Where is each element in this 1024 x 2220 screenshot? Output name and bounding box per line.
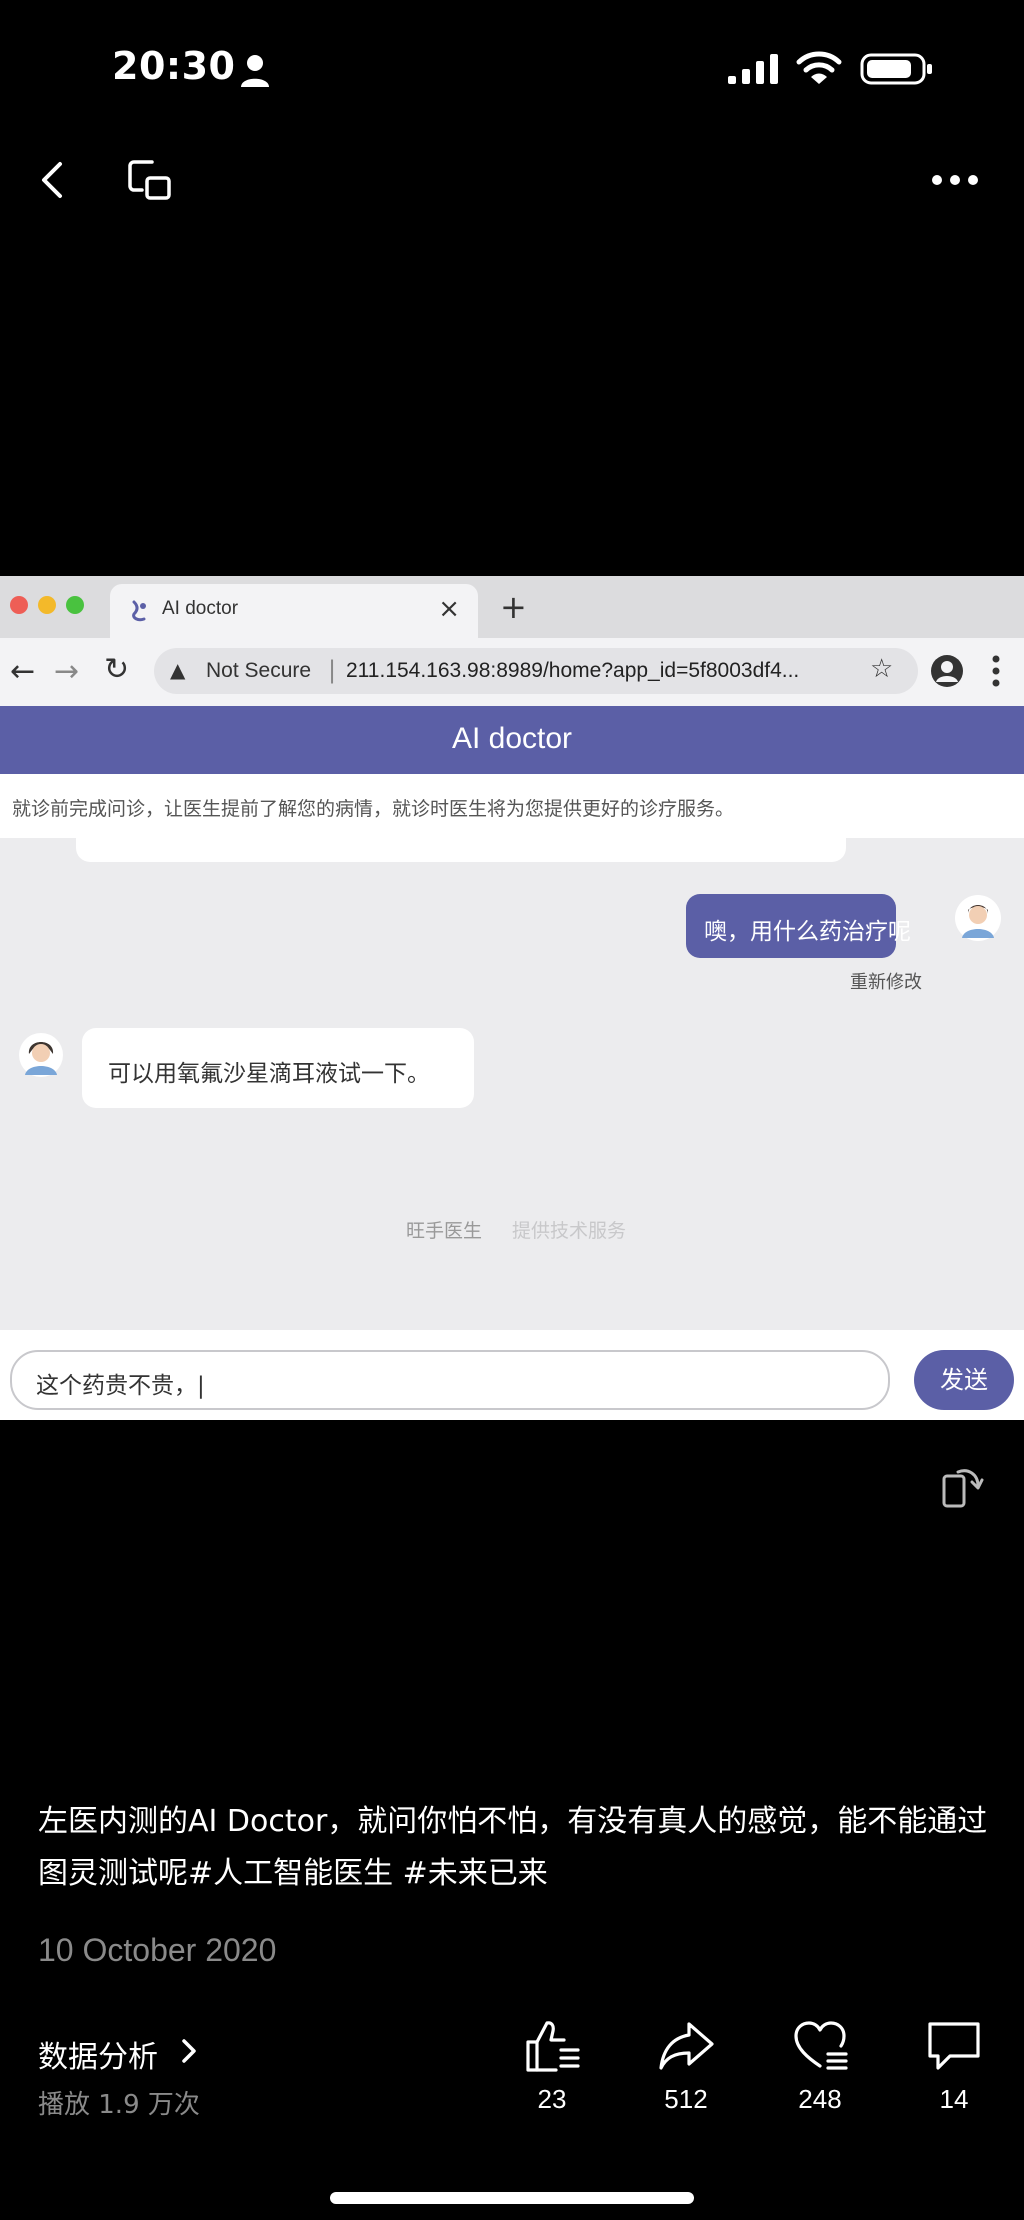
- minimize-window-dot: [38, 596, 56, 614]
- notice-banner: 就诊前完成问诊，让医生提前了解您的病情，就诊时医生将为您提供更好的诊疗服务。: [0, 774, 1024, 838]
- edit-message-link: 重新修改: [850, 972, 922, 993]
- heart-icon: [794, 2021, 848, 2070]
- browser-menu-icon: [992, 655, 1000, 687]
- message-input: 这个药贵不贵，|: [10, 1350, 890, 1410]
- wifi-icon: [796, 51, 842, 84]
- comment-count: 14: [939, 2084, 969, 2114]
- send-button: 发送: [914, 1350, 1014, 1410]
- tab-title: AI doctor: [162, 598, 239, 619]
- provider-suffix: 提供技术服务: [512, 1220, 627, 1242]
- analytics-link[interactable]: 数据分析: [38, 2032, 158, 2076]
- doctor-message-bubble: 可以用氧氟沙星滴耳液试一下。: [82, 1028, 474, 1108]
- status-time: 20:30: [112, 44, 236, 88]
- battery-icon: [860, 53, 932, 85]
- user-message-text: 噢，用什么药治疗呢: [704, 919, 911, 945]
- home-indicator[interactable]: [330, 2192, 694, 2204]
- maximize-window-dot: [66, 596, 84, 614]
- user-avatar: [955, 895, 1001, 941]
- reload-icon: ↻: [104, 652, 130, 687]
- tab-close-icon: ×: [438, 594, 460, 624]
- user-message-bubble: 噢，用什么药治疗呢: [686, 894, 911, 958]
- like-button[interactable]: 23: [512, 2018, 592, 2115]
- picture-in-picture-icon[interactable]: [126, 158, 172, 202]
- message-input-text: 这个药贵不贵，|: [36, 1373, 205, 1399]
- new-tab-icon: +: [500, 588, 527, 626]
- back-icon[interactable]: [34, 158, 70, 202]
- play-count: 播放 1.9 万次: [38, 2090, 200, 2120]
- share-button[interactable]: 512: [646, 2018, 726, 2115]
- post-caption: 左医内测的AI Doctor，就问你怕不怕，有没有真人的感觉，能不能通过图灵测试…: [38, 1804, 988, 1891]
- url-text: 211.154.163.98:8989/home?app_id=5f8003df…: [346, 659, 800, 682]
- comment-button[interactable]: 14: [914, 2018, 994, 2115]
- share-count: 512: [664, 2084, 708, 2114]
- close-window-dot: [10, 596, 28, 614]
- url-separator: |: [328, 656, 337, 684]
- doctor-message-text: 可以用氧氟沙星滴耳液试一下。: [108, 1061, 430, 1087]
- like-count: 23: [537, 2084, 567, 2114]
- share-icon: [659, 2022, 714, 2070]
- favicon-icon: [132, 600, 146, 622]
- warning-icon: ▲: [170, 658, 186, 682]
- chevron-right-icon[interactable]: [178, 2034, 200, 2068]
- profile-icon: [931, 655, 963, 687]
- favorite-button[interactable]: 248: [780, 2018, 860, 2115]
- app-header: AI doctor: [0, 706, 1024, 774]
- browser-tab-bar: AI doctor × +: [0, 576, 1024, 638]
- cellular-signal-icon: [728, 54, 778, 84]
- rotate-screen-icon[interactable]: [938, 1464, 984, 1510]
- thumbs-up-icon: [526, 2021, 580, 2072]
- url-field: ▲ Not Secure | 211.154.163.98:8989/home?…: [154, 648, 918, 694]
- browser-address-bar: ← → ↻ ▲ Not Secure | 211.154.163.98:8989…: [0, 638, 1024, 706]
- doctor-avatar: [19, 1033, 63, 1077]
- previous-message-bubble: [76, 838, 846, 862]
- browser-back-icon: ←: [10, 654, 36, 689]
- comment-icon: [928, 2022, 980, 2070]
- more-icon[interactable]: [930, 172, 980, 188]
- bookmark-star-icon: ☆: [870, 654, 894, 684]
- app-title: AI doctor: [451, 722, 573, 755]
- security-label: Not Secure: [206, 659, 312, 682]
- browser-tab: AI doctor ×: [110, 584, 478, 638]
- video-player[interactable]: AI doctor × + ← → ↻ ▲ Not Secure | 211.1…: [0, 576, 1024, 1420]
- message-input-bar: 这个药贵不贵，| 发送: [0, 1330, 1024, 1420]
- favorite-count: 248: [798, 2084, 842, 2114]
- browser-forward-icon: →: [54, 654, 80, 689]
- notice-text: 就诊前完成问诊，让医生提前了解您的病情，就诊时医生将为您提供更好的诊疗服务。: [12, 798, 735, 820]
- chat-area: 噢，用什么药治疗呢 重新修改 可以用氧氟沙星滴耳液试一下。 旺手医生 提供技术服…: [0, 838, 1024, 1330]
- person-icon: [241, 55, 269, 87]
- provider-label: 旺手医生: [406, 1220, 483, 1242]
- post-date: 10 October 2020: [38, 1932, 277, 1968]
